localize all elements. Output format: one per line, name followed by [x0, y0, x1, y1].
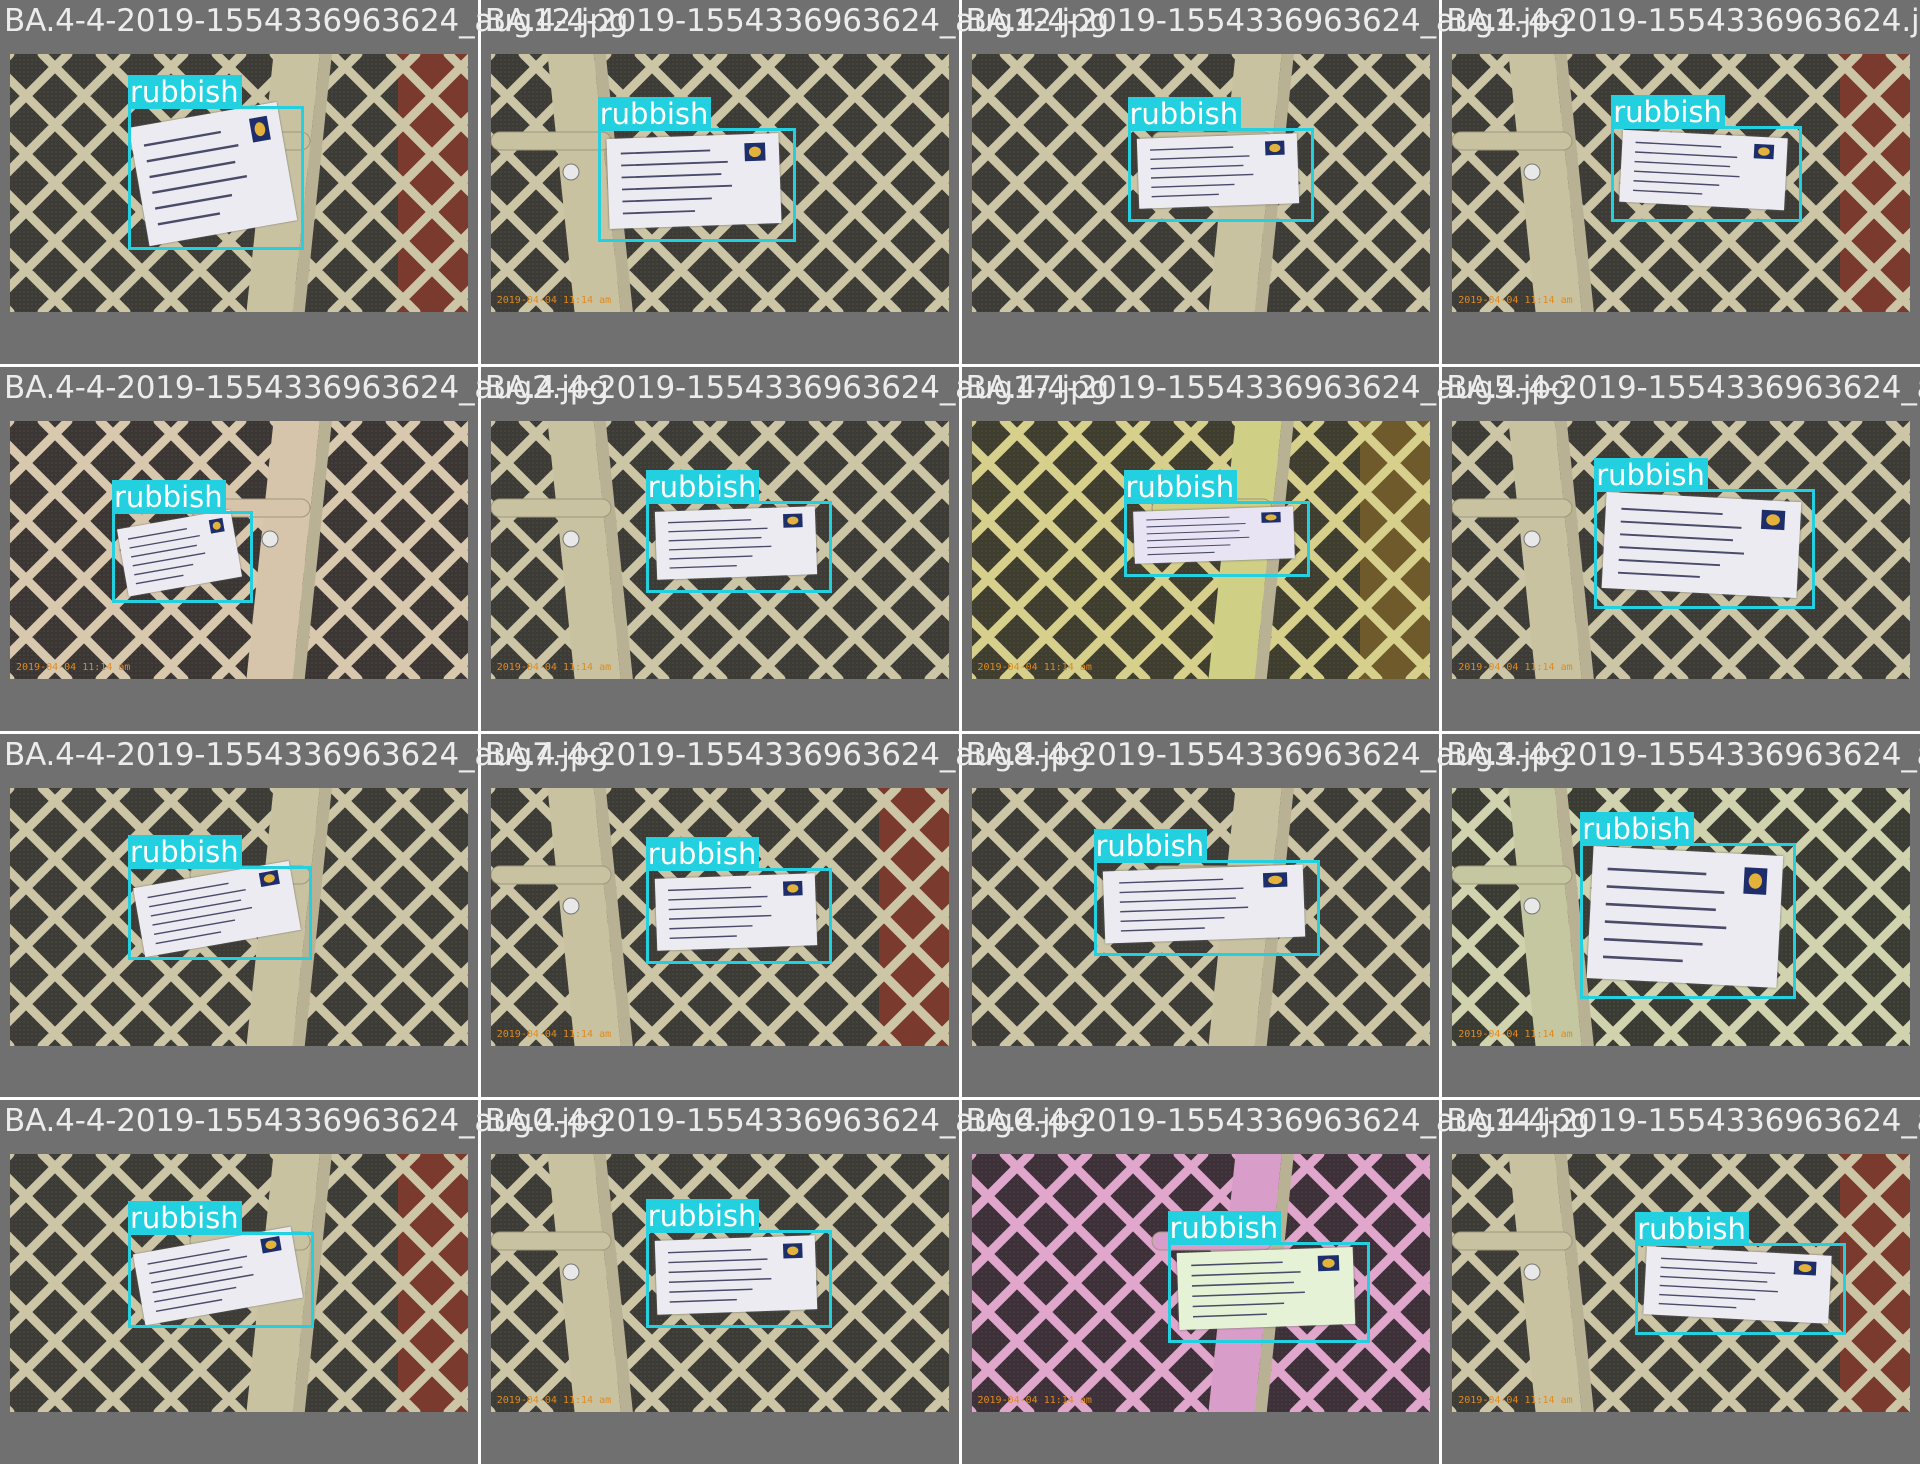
image-tile: 2019-04-04 11:14 am rubbish BA.4-4-2019-15… [1442, 733, 1920, 1098]
detection-bounding-box: rubbish [112, 479, 253, 603]
image-tile: 2019-04-04 11:14 am rubbish BA.4-4-2019-15… [480, 366, 1109, 731]
image-tile: 2019-04-04 11:14 am rubbish BA.4-4-2019-15… [0, 366, 609, 731]
image-tile: rubbish BA.4-4-2019-1554336963624_aug7.jp… [0, 733, 609, 1098]
detection-bounding-box: rubbish [1123, 469, 1310, 577]
detection-label: rubbish [128, 834, 242, 869]
timestamp-overlay: 2019-04-04 11:14 am [496, 661, 612, 673]
timestamp-overlay: 2019-04-04 11:14 am [1458, 661, 1573, 673]
image-tile: rubbish BA.4-4-2019-1554336963624_aug3.jp… [961, 733, 1570, 1098]
image-tile: 2019-04-04 11:14 am rubbish BA.4-4-2019-15… [480, 733, 1090, 1098]
image-tile: rubbish BA.4-4-2019-1554336963624_aug0.jp… [0, 1100, 609, 1464]
detection-bounding-box: rubbish [1580, 811, 1797, 999]
timestamp-overlay: 2019-04-04 11:14 am [1458, 295, 1573, 306]
detection-label: rubbish [1127, 97, 1242, 131]
detection-label: rubbish [1580, 811, 1694, 846]
image-tile: 2019-04-04 11:14 am rubbish BA.4-4-2019-15… [961, 366, 1570, 731]
detection-bounding-box: rubbish [645, 836, 832, 964]
detection-label: rubbish [645, 1199, 760, 1234]
detection-bounding-box: rubbish [1127, 97, 1314, 222]
tile-title: BA.4-4-2019-1554336963624.jpg [1446, 3, 1920, 39]
detection-label: rubbish [597, 97, 712, 131]
detection-label: rubbish [1123, 469, 1238, 504]
detection-bounding-box: rubbish [645, 469, 832, 593]
detection-label: rubbish [128, 1201, 242, 1236]
detection-label: rubbish [645, 836, 760, 871]
timestamp-overlay: 2019-04-04 11:14 am [977, 661, 1092, 673]
detection-label: rubbish [112, 479, 226, 514]
detection-bounding-box: rubbish [1635, 1212, 1847, 1336]
augmentation-grid: rubbish BA.4-4-2019-1554336963624_aug12.j… [0, 0, 1920, 1464]
detection-bounding-box: rubbish [1594, 457, 1816, 609]
image-tile: 2019-04-04 11:14 am rubbish BA.4-4-2019-15… [1442, 0, 1920, 364]
detection-bounding-box: rubbish [128, 75, 304, 250]
tile-title: BA.4-4-2019-1554336963624_aug [1446, 736, 1920, 773]
detection-label: rubbish [1611, 95, 1725, 129]
detection-bounding-box: rubbish [128, 834, 312, 960]
image-tile: 2019-04-04 11:14 am rubbish BA.4-4-2019-15… [480, 0, 1109, 364]
image-tile: 2019-04-04 11:14 am rubbish BA.4-4-2019-15… [480, 1100, 1090, 1464]
detection-bounding-box: rubbish [128, 1201, 314, 1329]
detection-label: rubbish [1594, 457, 1708, 492]
image-tile: 2019-04-04 11:14 am rubbish BA.4-4-2019-15… [1442, 366, 1920, 731]
tile-title: BA.4-4-2019-1554336963624_aug [1446, 1103, 1920, 1140]
timestamp-overlay: 2019-04-04 11:14 am [496, 1395, 612, 1407]
timestamp-overlay: 2019-04-04 11:14 am [496, 295, 612, 306]
timestamp-overlay: 2019-04-04 11:14 am [16, 661, 131, 673]
detection-bounding-box: rubbish [1611, 95, 1803, 222]
image-tile: rubbish BA.4-4-2019-1554336963624_aug1.jp… [961, 0, 1570, 364]
timestamp-overlay: 2019-04-04 11:14 am [496, 1028, 612, 1040]
timestamp-overlay: 2019-04-04 11:14 am [1458, 1395, 1573, 1407]
detection-bounding-box: rubbish [597, 97, 796, 242]
detection-label: rubbish [645, 469, 760, 504]
detection-bounding-box: rubbish [1093, 828, 1320, 956]
image-tile: rubbish BA.4-4-2019-1554336963624_aug12.j… [0, 0, 628, 364]
image-tile: 2019-04-04 11:14 am rubbish BA.4-4-2019-15… [961, 1100, 1590, 1464]
timestamp-overlay: 2019-04-04 11:14 am [977, 1395, 1092, 1407]
detection-label: rubbish [1093, 828, 1208, 863]
image-tile: 2019-04-04 11:14 am rubbish BA.4-4-2019-15… [1442, 1100, 1920, 1464]
detection-label: rubbish [1635, 1212, 1749, 1247]
tile-title: BA.4-4-2019-1554336963624_aug [1446, 369, 1920, 406]
detection-label: rubbish [1167, 1211, 1282, 1246]
detection-bounding-box: rubbish [645, 1199, 832, 1329]
detection-label: rubbish [128, 75, 242, 109]
detection-bounding-box: rubbish [1167, 1211, 1370, 1344]
timestamp-overlay: 2019-04-04 11:14 am [1458, 1028, 1573, 1040]
